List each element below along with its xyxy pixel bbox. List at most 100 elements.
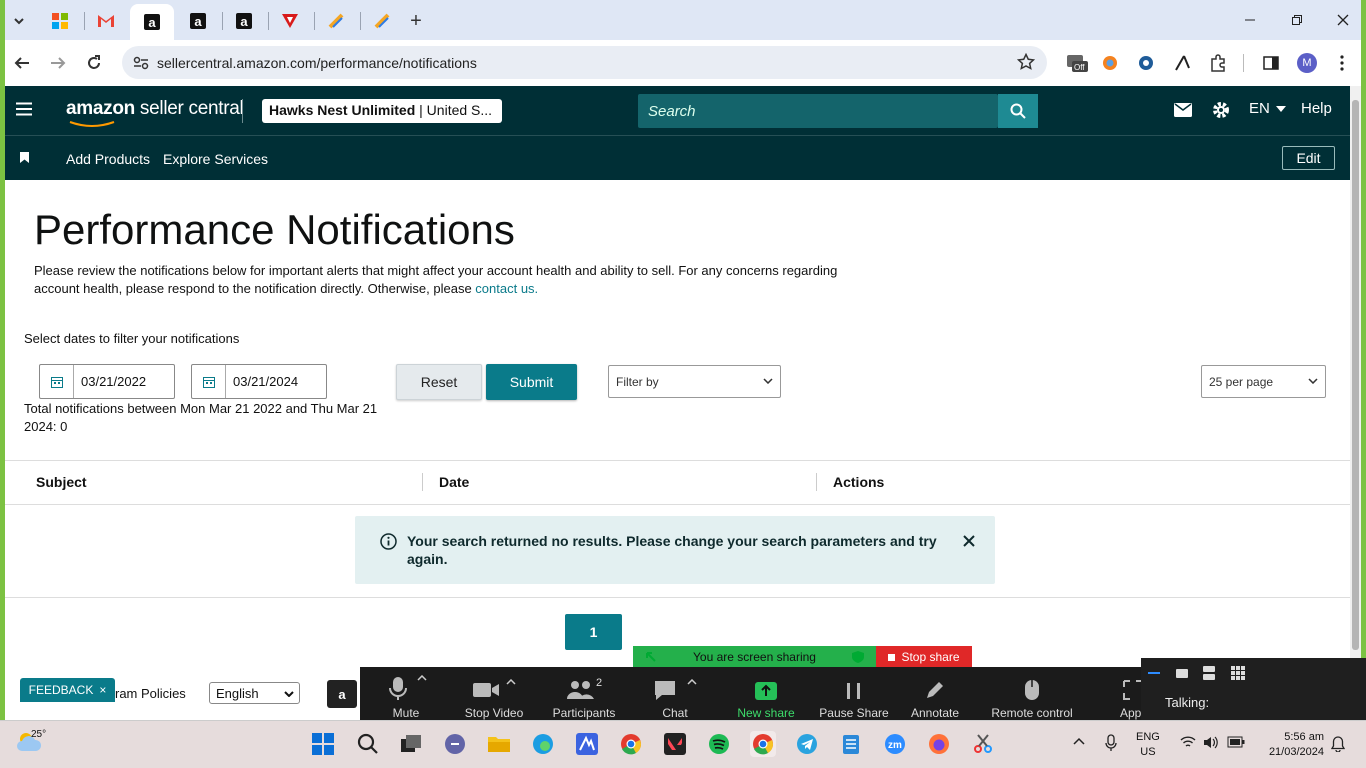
new-tab-button[interactable]: + [400,6,432,36]
app-blue-m-button[interactable] [574,731,600,757]
chrome-button[interactable] [618,731,644,757]
notepad-button[interactable] [838,731,864,757]
pagination-page-1[interactable]: 1 [565,614,622,650]
reset-button[interactable]: Reset [396,364,482,400]
task-view-button[interactable] [398,731,424,757]
calendar-icon[interactable] [192,365,226,398]
edit-button[interactable]: Edit [1282,146,1335,170]
browser-menu-icon[interactable] [1331,52,1353,74]
feedback-button[interactable]: FEEDBACK × [20,678,115,702]
participants-button[interactable]: 2 Participants [539,673,629,720]
single-view-icon[interactable] [1176,669,1188,678]
weather-widget[interactable]: 25° [16,729,56,759]
annotate-button[interactable]: Annotate [890,673,980,720]
chrome-profile-button[interactable] [750,731,776,757]
tab-search-button[interactable] [5,6,33,36]
close-window-button[interactable] [1323,8,1363,32]
system-clock[interactable]: 5:56 am 21/03/2024 [1260,730,1324,760]
firefox-button[interactable] [926,731,952,757]
program-policies-link[interactable]: ram Policies [115,686,186,701]
submit-button[interactable]: Submit [486,364,577,400]
scrollbar-thumb[interactable] [1352,100,1359,650]
filter-by-select[interactable]: Filter by [608,365,781,398]
mute-button[interactable]: Mute [361,673,451,720]
forward-button[interactable] [46,51,70,75]
notification-bell-icon[interactable] [1331,736,1345,752]
language-selector[interactable]: EN [1249,100,1286,117]
speaker-view-icon[interactable] [1203,666,1215,680]
per-page-select[interactable]: 25 per page [1201,365,1326,398]
nav-explore-services[interactable]: Explore Services [163,151,268,167]
end-date-field[interactable]: 03/21/2024 [191,364,327,399]
spotify-button[interactable] [706,731,732,757]
footer-language-select[interactable]: English [209,682,300,704]
col-header-actions[interactable]: Actions [833,474,884,490]
edge-icon [533,734,553,754]
tab-windows[interactable] [38,6,82,36]
gallery-view-icon[interactable] [1231,666,1245,680]
extension-off-icon[interactable]: Off [1066,52,1088,74]
tab-tasks-2[interactable] [360,6,404,36]
address-bar[interactable]: sellercentral.amazon.com/performance/not… [122,46,1047,79]
wifi-icon[interactable] [1180,736,1196,748]
input-language-indicator[interactable]: ENG US [1136,730,1160,760]
nav-add-products[interactable]: Add Products [66,151,150,167]
bookmark-star-icon[interactable] [1017,53,1035,71]
site-settings-icon[interactable] [133,55,149,71]
zoom-app-button[interactable]: zm [882,731,908,757]
microphone-tray-icon[interactable] [1105,734,1117,752]
tab-amazon-2[interactable]: a [176,6,220,36]
remote-control-button[interactable]: Remote control [977,673,1087,720]
tab-gmail[interactable] [84,6,128,36]
stop-share-button[interactable]: Stop share [876,646,972,668]
valorant-button[interactable] [662,731,688,757]
search-button[interactable] [998,94,1038,128]
stop-video-button[interactable]: Stop Video [449,673,539,720]
extension-orange-icon[interactable] [1099,52,1121,74]
reload-button[interactable] [82,51,106,75]
minimize-icon[interactable] [1148,672,1160,674]
side-panel-icon[interactable] [1260,52,1282,74]
tab-amazon-active[interactable]: a [130,4,174,40]
extension-blue-icon[interactable] [1135,52,1157,74]
volume-icon[interactable] [1203,736,1219,749]
col-header-subject[interactable]: Subject [36,474,87,490]
bookmark-icon[interactable] [20,152,29,163]
file-explorer-button[interactable] [486,731,512,757]
mail-icon[interactable] [1174,103,1192,117]
tab-tasks-1[interactable] [314,6,358,36]
extensions-puzzle-icon[interactable] [1207,52,1229,74]
tab-red-triangle[interactable] [268,6,312,36]
restore-button[interactable] [1277,8,1317,32]
contact-us-link[interactable]: contact us. [475,281,538,296]
start-date-field[interactable]: 03/21/2022 [39,364,175,399]
close-alert-icon[interactable] [963,535,975,547]
telegram-button[interactable] [794,731,820,757]
gear-icon[interactable] [1212,101,1230,119]
store-selector[interactable]: Hawks Nest Unlimited | United S... [262,99,502,123]
amazon-seller-central-logo[interactable]: amazon seller central [66,98,244,127]
teams-chat-button[interactable] [442,731,468,757]
chat-button[interactable]: Chat [630,673,720,720]
amazon-footer-logo[interactable]: a [327,680,357,708]
snipping-tool-button[interactable] [970,731,996,757]
close-icon[interactable]: × [99,683,106,697]
tab-amazon-3[interactable]: a [222,6,266,36]
show-hidden-icons[interactable] [1073,737,1085,745]
battery-icon[interactable] [1227,736,1245,748]
profile-avatar[interactable]: M [1296,52,1318,74]
minimize-button[interactable] [1230,8,1270,32]
col-header-date[interactable]: Date [439,474,469,490]
search-taskbar-button[interactable] [355,731,381,757]
back-button[interactable] [10,51,34,75]
new-share-button[interactable]: New share [721,673,811,720]
page-scrollbar[interactable] [1350,86,1361,720]
extension-arrow-icon[interactable] [1171,52,1193,74]
pause-share-button[interactable]: Pause Share [809,673,899,720]
help-link[interactable]: Help [1301,100,1332,117]
start-button[interactable] [310,731,336,757]
search-input[interactable] [638,94,998,128]
calendar-icon[interactable] [40,365,74,398]
hamburger-menu-icon[interactable] [16,102,32,116]
edge-browser-button[interactable] [530,731,556,757]
